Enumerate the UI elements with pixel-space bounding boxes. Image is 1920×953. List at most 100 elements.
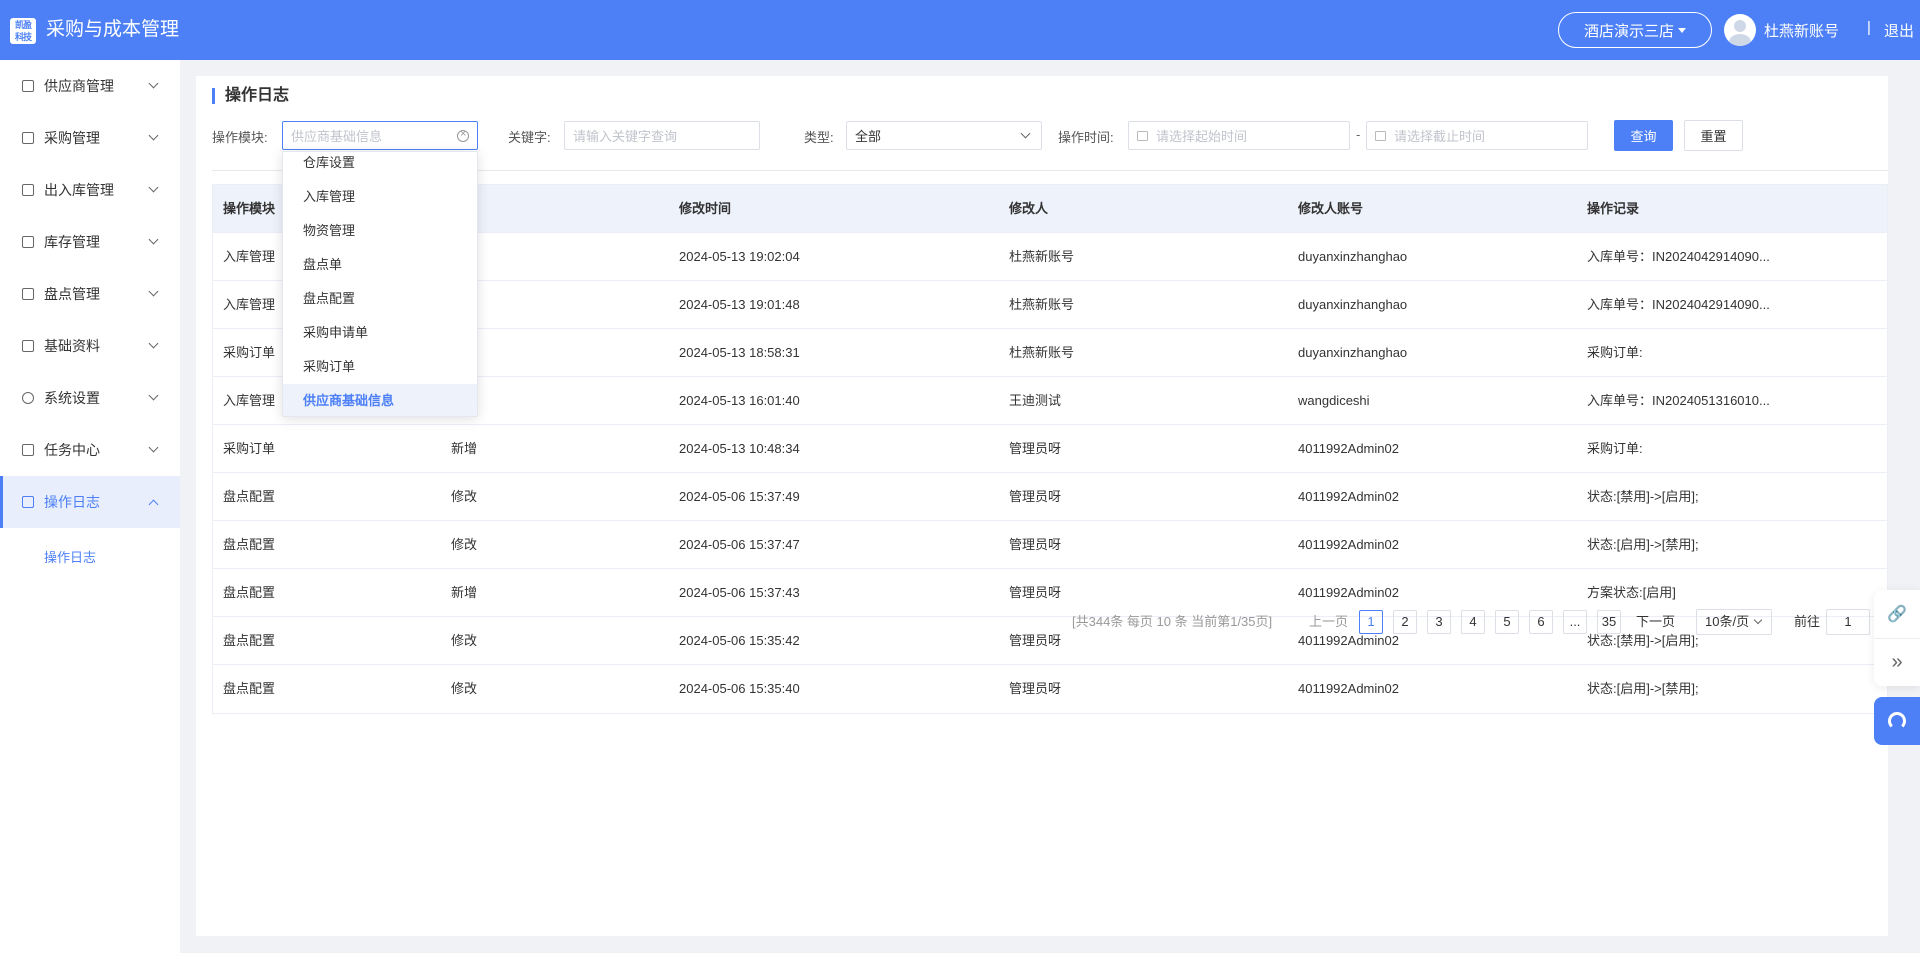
page-button[interactable]: 3 (1427, 610, 1451, 634)
logo-line-1: 凯盈 (14, 19, 32, 30)
cell-record: 入库单号：IN2024042914090... (1587, 249, 1770, 264)
support-button[interactable] (1874, 697, 1920, 745)
dropdown-option[interactable]: 入库管理 (283, 180, 477, 214)
cell-time: 2024-05-13 19:01:48 (679, 297, 800, 312)
dropdown-option[interactable]: 盘点配置 (283, 282, 477, 316)
bag-icon (22, 132, 34, 144)
cell-type: 修改 (451, 537, 478, 552)
cell-module: 盘点配置 (223, 681, 276, 696)
header-editor: 修改人 (1009, 201, 1049, 216)
sidebar-item-purchase[interactable]: 采购管理 (0, 112, 180, 164)
dropdown-option[interactable]: 采购申请单 (283, 316, 477, 350)
clear-icon[interactable] (457, 128, 469, 142)
page-button[interactable]: 2 (1393, 610, 1417, 634)
sidebar-item-basic-data[interactable]: 基础资料 (0, 320, 180, 372)
date-range-dash: - (1356, 127, 1361, 142)
book-icon (22, 340, 34, 352)
page-button[interactable]: 6 (1529, 610, 1553, 634)
start-time-placeholder: 请选择起始时间 (1156, 129, 1248, 144)
start-time-input[interactable]: 请选择起始时间 (1128, 121, 1350, 150)
reset-button[interactable]: 重置 (1684, 120, 1743, 151)
page-ellipsis[interactable]: ... (1563, 610, 1587, 634)
avatar[interactable] (1724, 14, 1756, 46)
page-button[interactable]: 1 (1359, 610, 1383, 634)
page-title: 操作日志 (212, 88, 289, 104)
cell-record: 状态:[启用]->[禁用]; (1587, 537, 1699, 552)
sidebar-subitem-operation-log[interactable]: 操作日志 (44, 547, 96, 566)
page-size-select[interactable]: 10条/页 (1696, 609, 1772, 635)
cell-time: 2024-05-13 16:01:40 (679, 393, 800, 408)
next-page-button[interactable]: 下一页 (1636, 610, 1675, 634)
sidebar-item-supplier[interactable]: 供应商管理 (0, 60, 180, 112)
cell-type (451, 281, 631, 329)
cell-account: duyanxinzhanghao (1298, 249, 1408, 264)
sidebar-item-settings[interactable]: 系统设置 (0, 372, 180, 424)
keyword-placeholder: 请输入关键字查询 (573, 129, 678, 144)
cell-account: duyanxinzhanghao (1298, 345, 1408, 360)
user-name[interactable]: 杜燕新账号 (1764, 20, 1839, 41)
prev-page-button[interactable]: 上一页 (1309, 610, 1348, 634)
pagination-summary: [共344条 每页 10 条 当前第1/35页] (1072, 614, 1273, 629)
headset-icon (1888, 712, 1906, 730)
goto-page-input[interactable]: 1 (1826, 609, 1870, 635)
type-select[interactable]: 全部 (846, 121, 1042, 150)
chevron-up-icon (148, 499, 159, 510)
supplier-icon (22, 80, 34, 92)
cell-time: 2024-05-13 19:02:04 (679, 249, 800, 264)
page-button[interactable]: 35 (1597, 610, 1621, 634)
keyword-input[interactable]: 请输入关键字查询 (564, 121, 760, 150)
table-row: 采购订单 新增 2024-05-13 10:48:34 管理员呀 4011992… (213, 425, 1887, 473)
cell-editor: 管理员呀 (1009, 537, 1062, 552)
page-button[interactable]: 5 (1495, 610, 1519, 634)
cell-record: 状态:[禁用]->[启用]; (1587, 489, 1699, 504)
end-time-input[interactable]: 请选择截止时间 (1366, 121, 1588, 150)
cell-record: 入库单号：IN2024042914090... (1587, 297, 1770, 312)
sidebar-item-tasks[interactable]: 任务中心 (0, 424, 180, 476)
cell-record: 采购订单: (1587, 345, 1643, 360)
sidebar-item-stocktake[interactable]: 盘点管理 (0, 268, 180, 320)
app-title: 采购与成本管理 (46, 19, 180, 40)
top-header: 凯盈 科技 采购与成本管理 酒店演示三店 杜燕新账号 | 退出 (0, 0, 1920, 60)
query-button[interactable]: 查询 (1614, 120, 1673, 151)
chevron-down-icon (148, 442, 159, 453)
cell-time: 2024-05-13 18:58:31 (679, 345, 800, 360)
sidebar-item-label: 基础资料 (44, 338, 100, 354)
cell-type (451, 329, 631, 377)
sidebar-item-label: 采购管理 (44, 130, 100, 146)
box-icon (22, 236, 34, 248)
sidebar-item-operation-log[interactable]: 操作日志 (0, 476, 180, 528)
page-button[interactable]: 4 (1461, 610, 1485, 634)
page-size-value: 10条/页 (1705, 614, 1750, 629)
clipboard-icon (22, 288, 34, 300)
time-label: 操作时间: (1058, 130, 1114, 145)
chevron-down-icon (148, 286, 159, 297)
sidebar-item-inout[interactable]: 出入库管理 (0, 164, 180, 216)
end-time-placeholder: 请选择截止时间 (1394, 129, 1486, 144)
goto-label: 前往 (1794, 614, 1821, 629)
link-icon[interactable]: 🔗 (1874, 590, 1920, 638)
module-select[interactable]: 供应商基础信息 (282, 121, 478, 150)
calendar-icon (1375, 130, 1386, 141)
cell-type: 新增 (451, 441, 478, 456)
table-row: 盘点配置 修改 2024-05-06 15:37:47 管理员呀 4011992… (213, 521, 1887, 569)
cell-editor: 管理员呀 (1009, 489, 1062, 504)
cell-time: 2024-05-06 15:37:49 (679, 489, 800, 504)
double-chevron-right-icon[interactable]: » (1874, 638, 1920, 686)
dropdown-option[interactable]: 采购订单 (283, 350, 477, 384)
dropdown-option-selected[interactable]: 供应商基础信息 (283, 384, 477, 416)
header-type: 类型 (451, 185, 631, 233)
store-selector[interactable]: 酒店演示三店 (1558, 12, 1712, 48)
app-logo: 凯盈 科技 (10, 18, 36, 44)
cell-type: 修改 (451, 489, 478, 504)
dropdown-option[interactable]: 物资管理 (283, 214, 477, 248)
sidebar-item-inventory[interactable]: 库存管理 (0, 216, 180, 268)
logout-button[interactable]: 退出 (1884, 20, 1914, 41)
sidebar-item-label: 操作日志 (44, 494, 100, 510)
cell-record: 入库单号：IN2024051316010... (1587, 393, 1770, 408)
dropdown-option[interactable]: 仓库设置 (283, 152, 477, 180)
chevron-down-icon (148, 338, 159, 349)
cell-type (451, 377, 631, 425)
keyword-label: 关键字: (508, 130, 551, 145)
dropdown-option[interactable]: 盘点单 (283, 248, 477, 282)
floating-tools: 🔗 » (1874, 590, 1920, 686)
